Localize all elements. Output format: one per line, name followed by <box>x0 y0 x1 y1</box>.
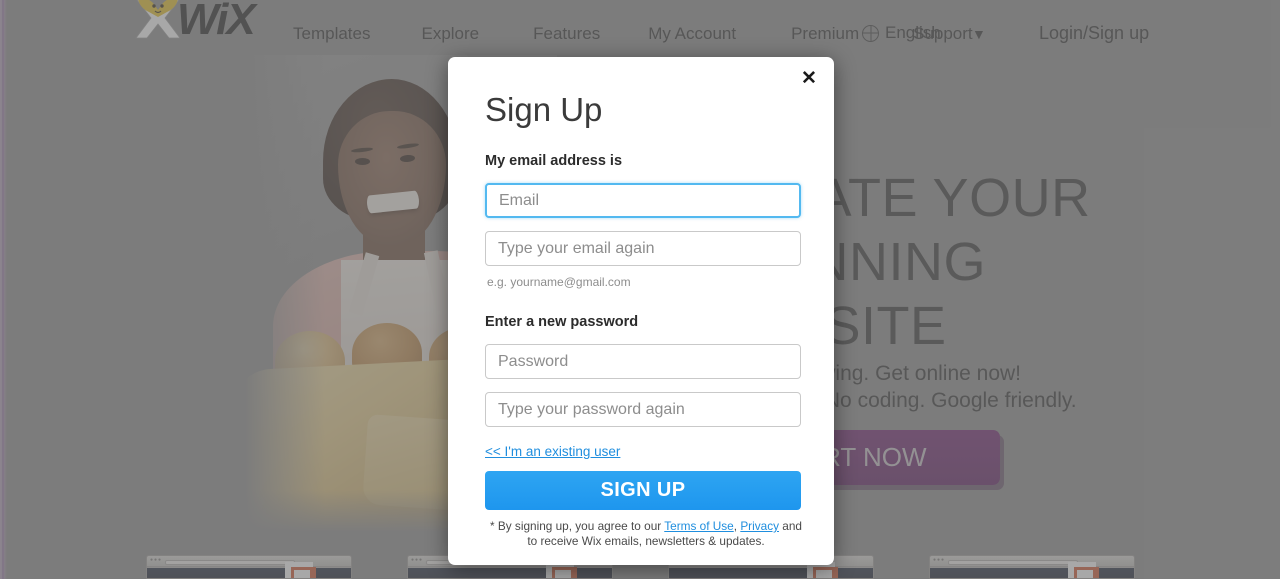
site-thumbnail[interactable]: ●●● <box>929 555 1135 579</box>
email-confirm-input[interactable] <box>485 231 801 266</box>
nav-item-templates[interactable]: Templates <box>293 24 370 44</box>
signup-submit-button[interactable]: SIGN UP <box>485 471 801 510</box>
language-label: English <box>885 23 941 42</box>
globe-icon <box>862 24 879 42</box>
privacy-link[interactable]: Privacy <box>740 519 779 533</box>
thumbnail-url-bar <box>165 560 295 565</box>
thumbnail-window-dots: ●●● <box>411 557 424 563</box>
wix-star-logo-icon <box>135 0 181 39</box>
thumbnail-body <box>669 568 873 578</box>
modal-title: Sign Up <box>485 91 603 128</box>
legal-prefix: * By signing up, you agree to our <box>490 519 665 533</box>
nav-item-premium[interactable]: Premium <box>791 24 859 44</box>
close-icon[interactable]: ✕ <box>796 65 822 91</box>
terms-of-use-link[interactable]: Terms of Use <box>664 519 734 533</box>
password-input[interactable] <box>485 344 801 379</box>
wix-logo[interactable]: WiX <box>133 0 281 46</box>
email-section-label: My email address is <box>485 153 623 169</box>
email-input[interactable] <box>485 183 801 218</box>
existing-user-link[interactable]: << I'm an existing user <box>485 444 620 459</box>
photo-fade-left <box>245 55 325 532</box>
photo-eye-left <box>355 158 370 165</box>
thumbnail-window-dots: ●●● <box>933 557 946 563</box>
password-section-label: Enter a new password <box>485 314 639 330</box>
page-root: WiX Templates Explore Features My Accoun… <box>0 0 1280 579</box>
wix-wordmark: WiX <box>177 0 256 44</box>
language-selector[interactable]: English ▼ <box>862 23 986 43</box>
nav-item-my-account[interactable]: My Account <box>648 24 736 44</box>
thumbnail-body <box>147 568 351 578</box>
thumbnail-body <box>408 568 612 578</box>
photo-face <box>338 111 446 245</box>
thumbnail-logo <box>285 562 316 578</box>
nav-item-features[interactable]: Features <box>533 24 600 44</box>
chevron-down-icon[interactable]: ▼ <box>972 26 986 42</box>
legal-text: * By signing up, you agree to our Terms … <box>486 519 806 549</box>
login-signup-link[interactable]: Login/Sign up <box>1039 23 1149 44</box>
signup-modal: ✕ Sign Up My email address is e.g. yourn… <box>448 57 834 565</box>
thumbnail-logo <box>1068 562 1099 578</box>
site-thumbnail[interactable]: ●●● <box>146 555 352 579</box>
thumbnail-body <box>930 568 1134 578</box>
password-confirm-input[interactable] <box>485 392 801 427</box>
thumbnail-url-bar <box>948 560 1078 565</box>
email-hint: e.g. yourname@gmail.com <box>487 275 631 289</box>
thumbnail-window-dots: ●●● <box>150 557 163 563</box>
nav-item-explore[interactable]: Explore <box>421 24 479 44</box>
